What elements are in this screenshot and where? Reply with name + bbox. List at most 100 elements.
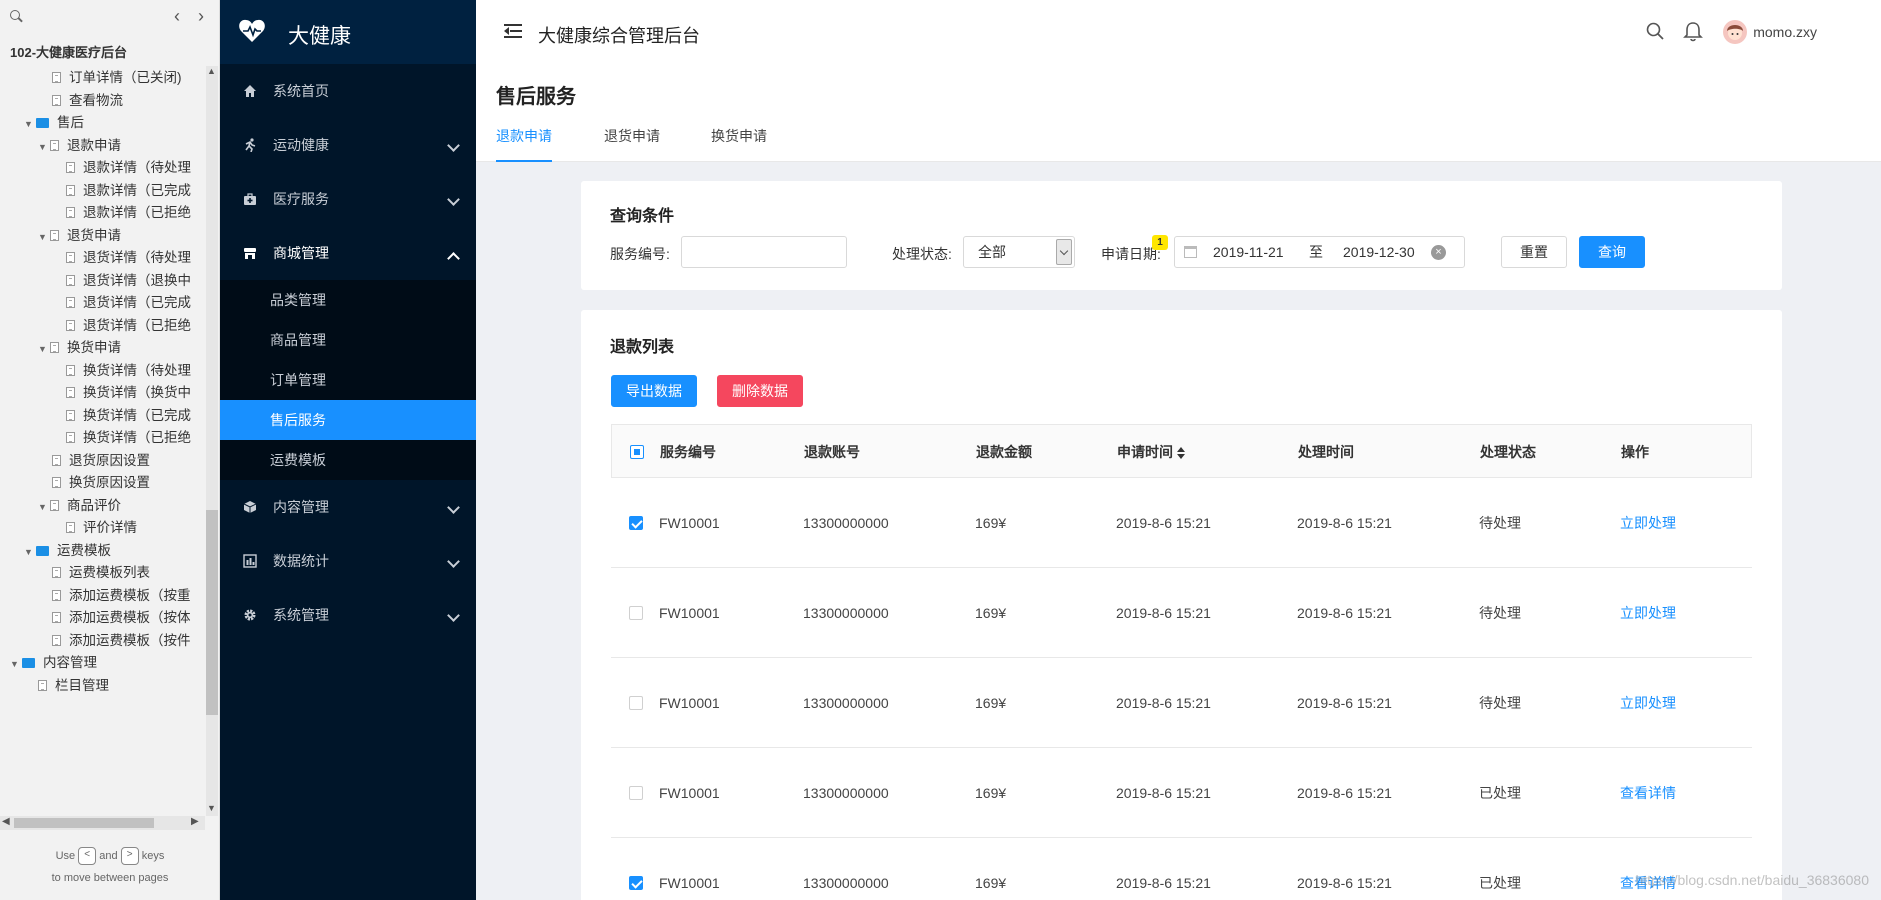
tree-folder[interactable]: ▼ 售后 xyxy=(24,112,84,134)
sidebar-item-6[interactable]: 系统管理 xyxy=(220,588,476,642)
tree-page[interactable]: 退款详情（已拒绝 xyxy=(66,202,191,224)
tree-page[interactable]: ▼ 退货申请 xyxy=(38,225,121,247)
tree-page[interactable]: 查看物流 xyxy=(52,90,123,112)
sidebar-item-4[interactable]: 内容管理 xyxy=(220,480,476,534)
tree-folder[interactable]: ▼ 内容管理 xyxy=(10,652,97,674)
delete-button[interactable]: 删除数据 xyxy=(717,375,803,407)
submenu-item[interactable]: 订单管理 xyxy=(220,360,476,400)
previous-page-icon[interactable]: ‹ xyxy=(174,6,180,27)
tab-exchange[interactable]: 换货申请 xyxy=(711,124,767,162)
avatar[interactable] xyxy=(1723,20,1747,44)
expand-toggle-icon[interactable]: ▼ xyxy=(38,496,50,518)
tab-refund[interactable]: 退款申请 xyxy=(496,124,552,162)
scroll-left-icon[interactable]: ◀ xyxy=(2,816,10,827)
scroll-right-icon[interactable]: ▶ xyxy=(191,816,199,827)
submenu-item[interactable]: 商品管理 xyxy=(220,320,476,360)
scroll-up-icon[interactable]: ▲ xyxy=(207,66,216,76)
select-all-checkbox[interactable] xyxy=(630,445,644,459)
row-action-link[interactable]: 查看详情 xyxy=(1620,748,1676,838)
date-range-picker[interactable]: 2019-11-21 至 2019-12-30 × xyxy=(1174,236,1465,268)
sidebar-item-1[interactable]: 运动健康 xyxy=(220,118,476,172)
tree-page[interactable]: 添加运费模板（按体 xyxy=(52,607,191,629)
page-icon xyxy=(52,72,61,83)
cell-handle-time: 2019-8-6 15:21 xyxy=(1297,695,1392,711)
chevron-down-icon[interactable] xyxy=(1056,239,1072,265)
reset-button[interactable]: 重置 xyxy=(1501,236,1567,268)
expand-toggle-icon[interactable]: ▼ xyxy=(24,541,36,563)
status-select[interactable]: 全部 xyxy=(963,236,1075,268)
tree-page[interactable]: 退货原因设置 xyxy=(52,450,150,472)
tree-page[interactable]: 退货详情（待处理 xyxy=(66,247,191,269)
row-action-link[interactable]: 立即处理 xyxy=(1620,478,1676,568)
collapse-menu-icon[interactable] xyxy=(504,23,522,39)
tree-page[interactable]: 换货详情（待处理 xyxy=(66,360,191,382)
tree-page[interactable]: 退货详情（已完成 xyxy=(66,292,191,314)
row-checkbox[interactable] xyxy=(629,696,643,710)
username[interactable]: momo.zxy xyxy=(1753,24,1817,40)
next-page-icon[interactable]: › xyxy=(198,6,204,27)
horizontal-scrollbar[interactable]: ◀ ▶ xyxy=(0,816,205,830)
search-icon[interactable] xyxy=(10,10,20,20)
expand-toggle-icon[interactable]: ▼ xyxy=(10,653,22,675)
tree-page[interactable]: 换货原因设置 xyxy=(52,472,150,494)
service-no-input[interactable] xyxy=(681,236,847,268)
chevron-down-icon xyxy=(447,501,460,514)
tree-item-label: 退货详情（退换中 xyxy=(83,272,191,288)
scrollbar-thumb[interactable] xyxy=(14,818,154,828)
sidebar-item-3[interactable]: 商城管理 xyxy=(220,226,476,280)
tree-item-label: 换货原因设置 xyxy=(69,475,150,490)
tree-page[interactable]: ▼ 退款申请 xyxy=(38,135,121,157)
page-tree-list: 订单详情（已关闭) 查看物流 ▼ 售后 ▼ 退款申请 退款详情（待处理 退款详情（已完成 退款详… xyxy=(0,67,205,817)
expand-toggle-icon[interactable]: ▼ xyxy=(38,136,50,158)
date-end[interactable]: 2019-12-30 xyxy=(1343,237,1415,267)
tree-page[interactable]: 订单详情（已关闭) xyxy=(52,67,182,89)
row-action-link[interactable]: 立即处理 xyxy=(1620,658,1676,748)
tree-page[interactable]: ▼ 换货申请 xyxy=(38,337,121,359)
tree-page[interactable]: 评价详情 xyxy=(66,517,137,539)
date-start[interactable]: 2019-11-21 xyxy=(1213,237,1284,267)
sidebar-item-label: 数据统计 xyxy=(273,553,329,569)
row-checkbox[interactable] xyxy=(629,876,643,890)
tree-page[interactable]: 添加运费模板（按件 xyxy=(52,630,191,652)
tree-page[interactable]: ▼ 商品评价 xyxy=(38,495,121,517)
clear-icon[interactable]: × xyxy=(1431,245,1446,260)
bell-icon[interactable] xyxy=(1683,21,1703,42)
submenu-item[interactable]: 品类管理 xyxy=(220,280,476,320)
row-checkbox[interactable] xyxy=(629,606,643,620)
row-checkbox[interactable] xyxy=(629,516,643,530)
scroll-down-icon[interactable]: ▼ xyxy=(207,803,216,813)
row-action-link[interactable]: 查看详情 xyxy=(1620,838,1676,900)
row-action-link[interactable]: 立即处理 xyxy=(1620,568,1676,658)
tree-page[interactable]: 换货详情（已完成 xyxy=(66,405,191,427)
submenu-item[interactable]: 运费模板 xyxy=(220,440,476,480)
sidebar-item-2[interactable]: 医疗服务 xyxy=(220,172,476,226)
tree-page[interactable]: 退款详情（待处理 xyxy=(66,157,191,179)
expand-toggle-icon[interactable]: ▼ xyxy=(38,338,50,360)
tree-folder[interactable]: ▼ 运费模板 xyxy=(24,540,111,562)
page-icon xyxy=(52,567,61,578)
tree-page[interactable]: 运费模板列表 xyxy=(52,562,150,584)
tree-page[interactable]: 添加运费模板（按重 xyxy=(52,585,191,607)
tree-page[interactable]: 栏目管理 xyxy=(38,675,109,697)
tab-return[interactable]: 退货申请 xyxy=(604,124,660,162)
brand-logo[interactable]: 大健康 xyxy=(220,0,476,64)
search-icon[interactable] xyxy=(1646,22,1664,40)
sidebar-item-0[interactable]: 系统首页 xyxy=(220,64,476,118)
sort-icon[interactable] xyxy=(1177,447,1185,460)
search-button[interactable]: 查询 xyxy=(1579,236,1645,268)
tree-page[interactable]: 退货详情（已拒绝 xyxy=(66,315,191,337)
expand-toggle-icon[interactable]: ▼ xyxy=(24,113,36,135)
apply-time-header[interactable]: 申请时间 xyxy=(1117,425,1185,479)
tree-page[interactable]: 退款详情（已完成 xyxy=(66,180,191,202)
row-checkbox[interactable] xyxy=(629,786,643,800)
expand-toggle-icon[interactable]: ▼ xyxy=(38,226,50,248)
sidebar-item-5[interactable]: 数据统计 xyxy=(220,534,476,588)
submenu-item[interactable]: 售后服务 xyxy=(220,400,476,440)
scrollbar-thumb[interactable] xyxy=(206,510,218,715)
export-button[interactable]: 导出数据 xyxy=(611,375,697,407)
table-row: FW10001 13300000000 169¥ 2019-8-6 15:21 2019… xyxy=(611,838,1752,900)
tree-page[interactable]: 换货详情（已拒绝 xyxy=(66,427,191,449)
tree-page[interactable]: 退货详情（退换中 xyxy=(66,270,191,292)
tree-page[interactable]: 换货详情（换货中 xyxy=(66,382,191,404)
vertical-scrollbar[interactable]: ▲ ▼ xyxy=(206,66,218,816)
